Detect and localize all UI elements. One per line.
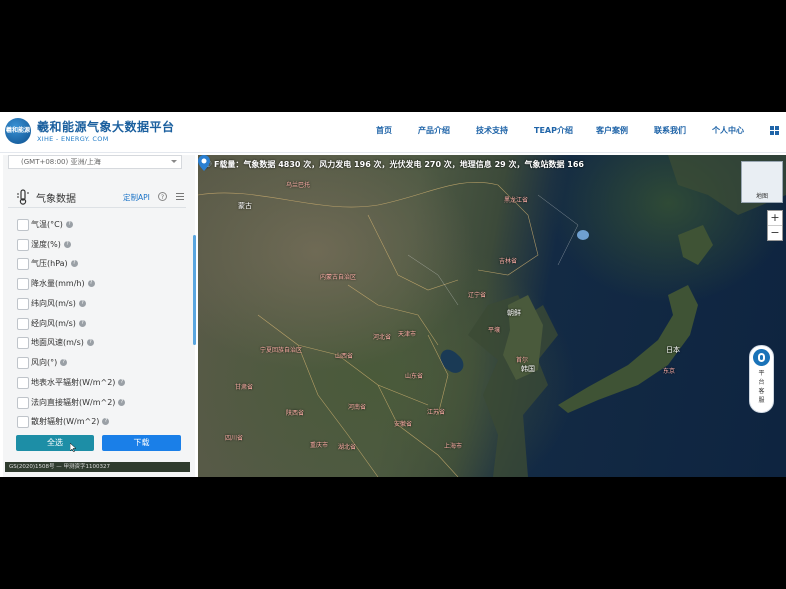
item-label: 纬向风(m/s) — [31, 299, 76, 308]
checkbox[interactable] — [17, 219, 29, 231]
item-label: 经向风(m/s) — [31, 319, 76, 328]
map-label: 湖北省 — [338, 444, 357, 451]
map-label: 平壤 — [488, 327, 501, 334]
site-subtitle: XIHE - ENERGY. COM — [37, 135, 109, 143]
item-label: 气温(°C) — [31, 220, 63, 229]
location-pin-icon[interactable] — [198, 155, 210, 171]
grid-icon[interactable] — [770, 126, 779, 135]
info-icon[interactable]: ? — [118, 379, 126, 386]
usage-ticker: 🔊F载量：气象数据 4830 次，风力发电 196 次，光伏发电 270 次，地… — [202, 159, 584, 170]
checkbox[interactable] — [17, 278, 29, 290]
panel-title: 气象数据 — [36, 194, 76, 205]
info-icon[interactable]: ? — [65, 221, 73, 228]
info-icon[interactable]: ? — [60, 359, 68, 366]
custom-api-link[interactable]: 定制API — [123, 192, 150, 203]
map-label: 上海市 — [444, 443, 463, 450]
info-icon[interactable]: ? — [63, 241, 71, 248]
ticker-text: 气象数据 4830 次，风力发电 196 次，光伏发电 270 次，地理信息 2… — [243, 160, 584, 169]
map-label: 韩国 — [521, 365, 535, 373]
item-label: 地表水平辐射(W/m^2) — [31, 378, 116, 387]
site-title[interactable]: 羲和能源气象大数据平台 — [37, 118, 175, 135]
info-icon[interactable]: ? — [86, 339, 94, 346]
map-label: 吉林省 — [499, 258, 518, 265]
logo-icon[interactable]: 羲和能源 — [5, 118, 31, 144]
info-icon[interactable]: ? — [118, 399, 126, 406]
map-label: 蒙古 — [238, 202, 252, 210]
service-label: 平 台 客 服 — [758, 370, 765, 404]
info-icon[interactable]: ? — [87, 280, 95, 287]
nav-support[interactable]: 技术支持 — [476, 125, 508, 136]
download-button[interactable]: 下载 — [102, 435, 181, 451]
minimap-label: 地图 — [755, 193, 768, 200]
checkbox[interactable] — [17, 239, 29, 251]
nav-teap[interactable]: TEAP介绍 — [534, 125, 573, 136]
checkbox[interactable] — [17, 337, 29, 349]
map-label: 河北省 — [373, 334, 392, 341]
map-label: 甘肃省 — [235, 384, 254, 391]
zoom-out-button[interactable]: − — [768, 225, 782, 240]
checkbox[interactable] — [17, 397, 29, 409]
nav-contact[interactable]: 联系我们 — [654, 125, 686, 136]
item-label: 法向直接辐射(W/m^2) — [31, 398, 116, 407]
panel-scrollbar[interactable] — [193, 235, 196, 345]
checkbox[interactable] — [17, 416, 29, 428]
headset-icon — [753, 349, 770, 366]
question-icon[interactable]: ? — [158, 192, 167, 201]
map-label: 宁夏回族自治区 — [260, 347, 303, 354]
minimap-switcher[interactable]: 地图 — [741, 161, 783, 203]
item-label: 气压(hPa) — [31, 259, 68, 268]
ticker-prefix: F载量： — [213, 160, 244, 169]
menu-icon[interactable] — [176, 192, 184, 200]
nav-products[interactable]: 产品介绍 — [418, 125, 450, 136]
top-header: 羲和能源 羲和能源气象大数据平台 XIHE - ENERGY. COM 首页 产… — [0, 112, 786, 153]
mouse-cursor-icon — [70, 443, 76, 452]
map-label: 日本 — [666, 346, 680, 354]
checkbox[interactable] — [17, 357, 29, 369]
map-label: 重庆市 — [310, 442, 329, 449]
map-label: 内蒙古自治区 — [320, 274, 357, 281]
info-icon[interactable]: ? — [78, 300, 86, 307]
customer-service-button[interactable]: 平 台 客 服 — [749, 345, 774, 413]
zoom-in-button[interactable]: + — [768, 211, 782, 225]
map-terrain — [198, 155, 786, 477]
item-label: 地面风速(m/s) — [31, 338, 84, 347]
item-label: 湿度(%) — [31, 240, 61, 249]
map-label: 河南省 — [348, 404, 367, 411]
item-label: 散射辐射(W/m^2) — [31, 417, 100, 426]
checkbox[interactable] — [17, 298, 29, 310]
select-all-button[interactable]: 全选 — [16, 435, 94, 451]
map-attribution: GS(2020)1508号 — 甲测资字1100327 — [5, 462, 190, 472]
map-label: 江苏省 — [427, 409, 446, 416]
checkbox[interactable] — [17, 377, 29, 389]
item-label: 降水量(mm/h) — [31, 279, 85, 288]
app-window: 羲和能源 羲和能源气象大数据平台 XIHE - ENERGY. COM 首页 产… — [0, 112, 786, 477]
thermometer-icon — [17, 189, 29, 205]
weather-data-panel: (GMT+08:00) 亚洲/上海 气象数据 定制API ? 气温(°C)? 湿… — [3, 155, 196, 477]
nav-cases[interactable]: 客户案例 — [596, 125, 628, 136]
map-label: 山西省 — [335, 353, 354, 360]
satellite-map[interactable]: 🔊F载量：气象数据 4830 次，风力发电 196 次，光伏发电 270 次，地… — [198, 155, 786, 477]
nav-home[interactable]: 首页 — [376, 125, 392, 136]
map-label: 陕西省 — [286, 410, 305, 417]
checkbox[interactable] — [17, 318, 29, 330]
info-icon[interactable]: ? — [70, 260, 78, 267]
panel-header: 气象数据 定制API ? — [8, 187, 186, 208]
map-label: 天津市 — [398, 331, 417, 338]
map-label: 首尔 — [516, 357, 529, 364]
map-label: 朝鲜 — [507, 309, 521, 317]
map-label: 黑龙江省 — [504, 197, 529, 204]
item-label: 风向(°) — [31, 358, 58, 367]
zoom-control: + − — [767, 210, 783, 241]
map-label: 四川省 — [225, 435, 244, 442]
map-label: 辽宁省 — [468, 292, 487, 299]
map-label: 山东省 — [405, 373, 424, 380]
nav-account[interactable]: 个人中心 — [712, 125, 744, 136]
map-label: 安徽省 — [394, 421, 413, 428]
checkbox[interactable] — [17, 258, 29, 270]
timezone-select[interactable]: (GMT+08:00) 亚洲/上海 — [8, 155, 182, 169]
map-label: 东京 — [663, 368, 676, 375]
map-label: 乌兰巴托 — [286, 182, 311, 189]
info-icon[interactable]: ? — [102, 418, 110, 425]
info-icon[interactable]: ? — [78, 320, 86, 327]
